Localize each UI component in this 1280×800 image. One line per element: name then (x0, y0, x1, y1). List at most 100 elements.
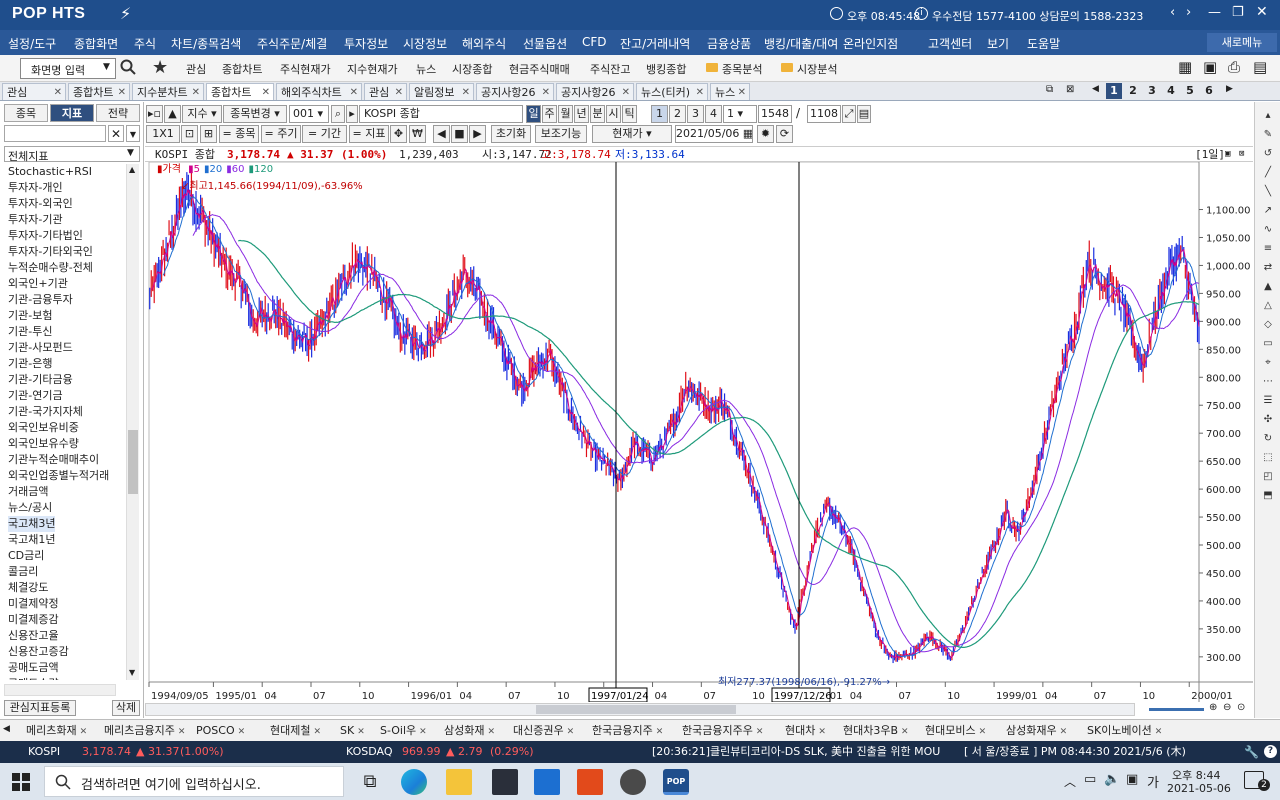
indicator-list-item[interactable]: 국고채1년 (8, 532, 55, 548)
stock-tab-close-icon[interactable]: ✕ (901, 727, 909, 737)
tab-close-icon[interactable]: ⊠ (1066, 84, 1074, 95)
menu-item[interactable]: 시장정보 (403, 35, 447, 52)
indicator-list-item[interactable]: 신용잔고율 (8, 628, 59, 644)
stock-tab[interactable]: 현대모비스 ✕ (925, 722, 986, 740)
period-button[interactable]: 일 (526, 105, 541, 123)
period-button[interactable]: 분 (590, 105, 605, 123)
chart-option-button[interactable]: 1X1 (146, 125, 180, 143)
tab-close-icon[interactable]: ✕ (696, 84, 704, 100)
tab-close-icon[interactable]: ✕ (262, 84, 270, 100)
taskbar-time[interactable]: 오후 8:44 (1172, 767, 1220, 783)
tab-close-icon[interactable]: ✕ (462, 84, 470, 100)
indicator-list-item[interactable]: 신용잔고증감 (8, 644, 69, 660)
tab[interactable]: 공지사항26 ✕ (476, 83, 554, 100)
aux-function-button[interactable]: 보조기능 (535, 125, 587, 143)
indicator-list-item[interactable]: 공매도수량 (8, 676, 59, 680)
app-icon[interactable] (620, 769, 646, 795)
stock-tab-close-icon[interactable]: ✕ (80, 727, 88, 737)
stock-tab[interactable]: SK이노베이션 ✕ (1087, 722, 1162, 740)
swap-icon[interactable]: ⇄ (1259, 260, 1277, 275)
indicator-list-item[interactable]: 기관-금융투자 (8, 292, 73, 308)
indicator-list-item[interactable]: 기관누적순매매추이 (8, 452, 99, 468)
stock-tab-close-icon[interactable]: ✕ (419, 727, 427, 737)
calculator-icon[interactable]: ▦ (1178, 58, 1192, 76)
stock-tab-close-icon[interactable]: ✕ (567, 727, 575, 737)
indicator-list-item[interactable]: 공매도금액 (8, 660, 59, 676)
indicator-list-item[interactable]: 기관-사모펀드 (8, 340, 73, 356)
menu-item[interactable]: 보기 (987, 35, 1009, 52)
screen-name-input[interactable]: 화면명 입력 ▼ (20, 58, 116, 79)
edge-icon[interactable] (401, 769, 427, 795)
indicator-list-item[interactable]: 외국인보유수량 (8, 436, 79, 452)
stock-tab[interactable]: 현대제철 ✕ (270, 722, 321, 740)
lightning-icon[interactable]: ⚡ (120, 4, 131, 23)
code-input[interactable]: 001 ▾ (289, 105, 329, 123)
task-view-icon[interactable]: ⧉ (357, 769, 383, 795)
store-icon[interactable] (492, 769, 518, 795)
pencil-icon[interactable]: ✎ (1259, 127, 1277, 142)
stock-tab[interactable]: 현대차 ✕ (785, 722, 826, 740)
tray-chevron-icon[interactable]: ︿ (1064, 773, 1076, 790)
stop-icon[interactable]: ■ (451, 125, 468, 143)
period-button[interactable]: 주 (542, 105, 557, 123)
stock-tab[interactable]: 한국금융지주우 ✕ (682, 722, 763, 740)
indicator-list-item[interactable]: 국고채3년 (8, 516, 56, 532)
indicator-list-item[interactable]: 투자자-개인 (8, 180, 63, 196)
office-icon[interactable] (577, 769, 603, 795)
zoom-in-icon[interactable]: ⊕ (1209, 702, 1217, 713)
scroll-up-button[interactable]: ▲ (164, 105, 181, 123)
search-icon[interactable] (120, 59, 136, 75)
page-number[interactable]: 3 (1144, 83, 1160, 99)
indicator-list-item[interactable]: Stochastic+RSI (8, 164, 92, 180)
taskbar-search-box[interactable]: 검색하려면 여기에 입력하십시오. (44, 766, 344, 797)
page-number[interactable]: 1 (1106, 83, 1122, 99)
tab[interactable]: 해외주식차트 ✕ (276, 83, 362, 100)
arrow-icon[interactable]: ↗ (1259, 203, 1277, 218)
menu-item[interactable]: 해외주식 (462, 35, 506, 52)
stock-tab[interactable]: 현대차3우B ✕ (843, 722, 909, 740)
menu-item[interactable]: 잔고/거래내역 (620, 35, 690, 52)
menu-item[interactable]: 도움말 (1027, 35, 1060, 52)
page-number[interactable]: 4 (1163, 83, 1179, 99)
tab-close-icon[interactable]: ✕ (738, 84, 746, 100)
tab[interactable]: 관심 ✕ (2, 83, 66, 100)
chart-option-button[interactable]: = 종목 (219, 125, 259, 143)
pop-hts-taskbar-icon[interactable]: POP (663, 769, 689, 795)
next-icon[interactable]: ▶ (469, 125, 486, 143)
redo-icon[interactable]: ↻ (1259, 431, 1277, 446)
help-icon[interactable]: ? (1264, 745, 1277, 758)
page-number[interactable]: 2 (1125, 83, 1141, 99)
bottom-tabs-left-icon[interactable]: ◀ (3, 724, 10, 734)
toolbar-link[interactable]: 주식잔고 (590, 61, 630, 77)
stock-tab[interactable]: 메리츠화재 ✕ (26, 722, 87, 740)
page-number[interactable]: 6 (1201, 83, 1217, 99)
toolbar-link[interactable]: 현금주식매매 (509, 61, 570, 77)
tab[interactable]: 뉴스 ✕ (710, 83, 750, 100)
indicator-list-item[interactable]: 기관-보험 (8, 308, 52, 324)
tab[interactable]: 알림정보 ✕ (409, 83, 474, 100)
tab-close-icon[interactable]: ✕ (118, 84, 126, 100)
new-menu-button[interactable]: 새로메뉴 (1207, 33, 1277, 52)
wrench-icon[interactable]: 🔧 (1244, 741, 1259, 763)
save-icon[interactable]: ▤ (857, 105, 871, 123)
stock-tab-close-icon[interactable]: ✕ (178, 727, 186, 737)
tab-close-icon[interactable]: ✕ (192, 84, 200, 100)
indicator-list-item[interactable]: 거래금액 (8, 484, 48, 500)
indicator-list-item[interactable]: 외국인보유비중 (8, 420, 79, 436)
indicator-list-item[interactable]: 누적순매수량-전체 (8, 260, 93, 276)
indicator-list-item[interactable]: 외국인+기관 (8, 276, 68, 292)
indicator-list-item[interactable]: 투자자-외국인 (8, 196, 73, 212)
cross-icon[interactable]: ✣ (1259, 412, 1277, 427)
kosdaq-label[interactable]: KOSDAQ (346, 741, 393, 763)
menu-item[interactable]: CFD (582, 35, 607, 49)
page-nav-right-icon[interactable]: ▶ (1226, 84, 1233, 94)
stock-name-field[interactable]: KOSPI 종합 (359, 105, 523, 123)
won-icon[interactable]: ₩ (409, 125, 426, 143)
target-icon[interactable]: ⌖ (1259, 355, 1277, 370)
menu-item[interactable]: 선물옵션 (523, 35, 567, 52)
move-icon[interactable]: ✥ (390, 125, 407, 143)
expand-icon[interactable]: ⤢ (842, 105, 856, 123)
page-nav-left-icon[interactable]: ◀ (1092, 84, 1099, 94)
register-indicator-button[interactable]: 관심지표등록 (4, 700, 76, 716)
more-icon[interactable]: ⋯ (1259, 374, 1277, 389)
